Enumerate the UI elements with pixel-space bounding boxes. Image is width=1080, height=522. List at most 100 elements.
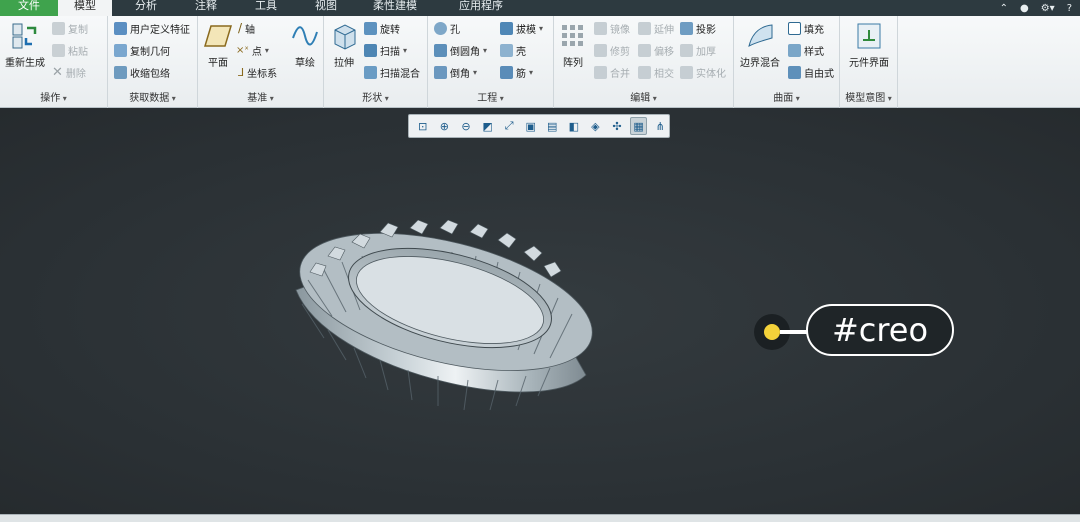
revolve-icon [364, 21, 377, 35]
merge-label: 合并 [610, 68, 630, 80]
tab-applications[interactable]: 应用程序 [448, 0, 514, 16]
annotation-display-icon[interactable]: ▦ [629, 117, 648, 135]
shrinkwrap-label: 收缩包络 [130, 68, 170, 80]
group-label-model-intent[interactable]: 模型意图 [840, 92, 897, 106]
fill-button[interactable]: 填充 [788, 20, 824, 36]
tab-model[interactable]: 模型 [58, 0, 112, 16]
shell-button[interactable]: 壳 [500, 42, 526, 58]
mirror-button[interactable]: 镜像 [594, 20, 630, 36]
group-label-shapes[interactable]: 形状 [324, 92, 427, 106]
rib-icon [500, 65, 513, 79]
tab-analysis[interactable]: 分析 [126, 0, 166, 16]
display-style-icon[interactable]: ▣ [522, 117, 540, 135]
copy-button[interactable]: 复制 [52, 20, 88, 36]
perspective-icon[interactable]: ◈ [587, 117, 605, 135]
plane-button[interactable]: 平面 [200, 22, 236, 69]
datum-display-icon[interactable]: ✣ [608, 117, 626, 135]
point-button[interactable]: ×ˣ 点 ▾ [236, 42, 269, 58]
window-controls: ⌃ ● ⚙▾ ? [1000, 0, 1080, 16]
chamfer-button[interactable]: 倒角 ▾ [434, 64, 477, 80]
merge-button[interactable]: 合并 [594, 64, 630, 80]
boundary-blend-label: 边界混合 [740, 58, 780, 69]
pattern-icon [562, 25, 583, 46]
solidify-icon [680, 65, 693, 79]
pattern-button[interactable]: 阵列 [556, 22, 590, 69]
paste-button[interactable]: 粘贴 [52, 42, 88, 58]
search-icon[interactable]: ● [1020, 3, 1029, 14]
group-label-surfaces[interactable]: 曲面 [734, 92, 839, 106]
extrude-icon [334, 24, 356, 50]
view-manager-icon[interactable]: ◧ [565, 117, 583, 135]
spin-center-icon[interactable]: ⋔ [651, 117, 669, 135]
minimize-ribbon-icon[interactable]: ⌃ [1000, 3, 1008, 14]
group-label-get-data[interactable]: 获取数据 [108, 92, 197, 106]
thicken-button[interactable]: 加厚 [680, 42, 716, 58]
point-icon: ×ˣ [236, 44, 249, 56]
delete-label: 删除 [65, 68, 86, 80]
sketch-button[interactable]: 草绘 [288, 22, 322, 69]
udf-icon [114, 21, 127, 35]
group-label-editing[interactable]: 编辑 [554, 92, 733, 106]
group-engineering: 孔 倒圆角 ▾ 倒角 ▾ 拔模 ▾ 壳 筋 ▾ 工程 [428, 16, 554, 108]
point-label: 点 [251, 46, 262, 58]
tab-annotate[interactable]: 注释 [186, 0, 226, 16]
boundary-blend-button[interactable]: 边界混合 [738, 22, 782, 69]
hole-icon [434, 21, 447, 35]
delete-icon: ✕ [52, 64, 63, 80]
hole-button[interactable]: 孔 [434, 20, 460, 36]
intersect-button[interactable]: 相交 [638, 64, 674, 80]
axis-button[interactable]: / 轴 [238, 20, 255, 36]
rib-button[interactable]: 筋 ▾ [500, 64, 533, 80]
udf-button[interactable]: 用户定义特征 [114, 20, 190, 36]
group-label-datum[interactable]: 基准 [198, 92, 323, 106]
regenerate-button[interactable]: 重新生成 [2, 22, 48, 69]
copy-geometry-icon [114, 43, 127, 57]
tab-view[interactable]: 视图 [306, 0, 346, 16]
style-label: 样式 [804, 46, 824, 58]
solidify-button[interactable]: 实体化 [680, 64, 726, 80]
delete-button[interactable]: ✕ 删除 [52, 64, 86, 80]
thicken-label: 加厚 [696, 46, 716, 58]
freeform-button[interactable]: 自由式 [788, 64, 834, 80]
swept-blend-button[interactable]: 扫描混合 [364, 64, 420, 80]
settings-icon[interactable]: ⚙▾ [1041, 3, 1055, 14]
thicken-icon [680, 43, 693, 57]
sweep-button[interactable]: 扫描 ▾ [364, 42, 407, 58]
bevel-gear-model[interactable] [288, 220, 598, 420]
tab-file[interactable]: 文件 [0, 0, 58, 16]
offset-button[interactable]: 偏移 [638, 42, 674, 58]
shrinkwrap-button[interactable]: 收缩包络 [114, 64, 170, 80]
graphics-viewport[interactable]: ⊡ ⊕ ⊖ ◩ ⤢ ▣ ▤ ◧ ◈ ✣ ▦ ⋔ #creo [0, 108, 1080, 514]
trim-button[interactable]: 修剪 [594, 42, 630, 58]
group-label-operations[interactable]: 操作 [0, 92, 107, 106]
group-get-data: 用户定义特征 复制几何 收缩包络 获取数据 [108, 16, 198, 108]
refit-icon[interactable]: ⊡ [414, 117, 432, 135]
freeform-icon [788, 65, 801, 79]
style-button[interactable]: 样式 [788, 42, 824, 58]
mirror-icon [594, 21, 607, 35]
plane-icon [203, 25, 233, 47]
tab-tools[interactable]: 工具 [246, 0, 286, 16]
draft-button[interactable]: 拔模 ▾ [500, 20, 543, 36]
group-label-engineering[interactable]: 工程 [428, 92, 553, 106]
sweep-icon [364, 43, 377, 57]
component-interface-button[interactable]: 元件界面 [844, 22, 894, 69]
regenerate-icon [12, 23, 37, 49]
repaint-icon[interactable]: ◩ [479, 117, 497, 135]
extrude-button[interactable]: 拉伸 [328, 22, 360, 69]
merge-icon [594, 65, 607, 79]
extend-button[interactable]: 延伸 [638, 20, 674, 36]
copy-geometry-button[interactable]: 复制几何 [114, 42, 170, 58]
project-label: 投影 [696, 24, 716, 36]
saved-views-icon[interactable]: ▤ [543, 117, 561, 135]
revolve-button[interactable]: 旋转 [364, 20, 400, 36]
round-button[interactable]: 倒圆角 ▾ [434, 42, 487, 58]
tab-flexible-modeling[interactable]: 柔性建模 [362, 0, 428, 16]
zoom-in-icon[interactable]: ⊕ [436, 117, 454, 135]
csys-button[interactable]: ⅃ 坐标系 [238, 64, 277, 80]
project-button[interactable]: 投影 [680, 20, 716, 36]
reorient-icon[interactable]: ⤢ [500, 117, 518, 135]
offset-label: 偏移 [654, 46, 674, 58]
zoom-out-icon[interactable]: ⊖ [457, 117, 475, 135]
help-icon[interactable]: ? [1067, 3, 1072, 14]
